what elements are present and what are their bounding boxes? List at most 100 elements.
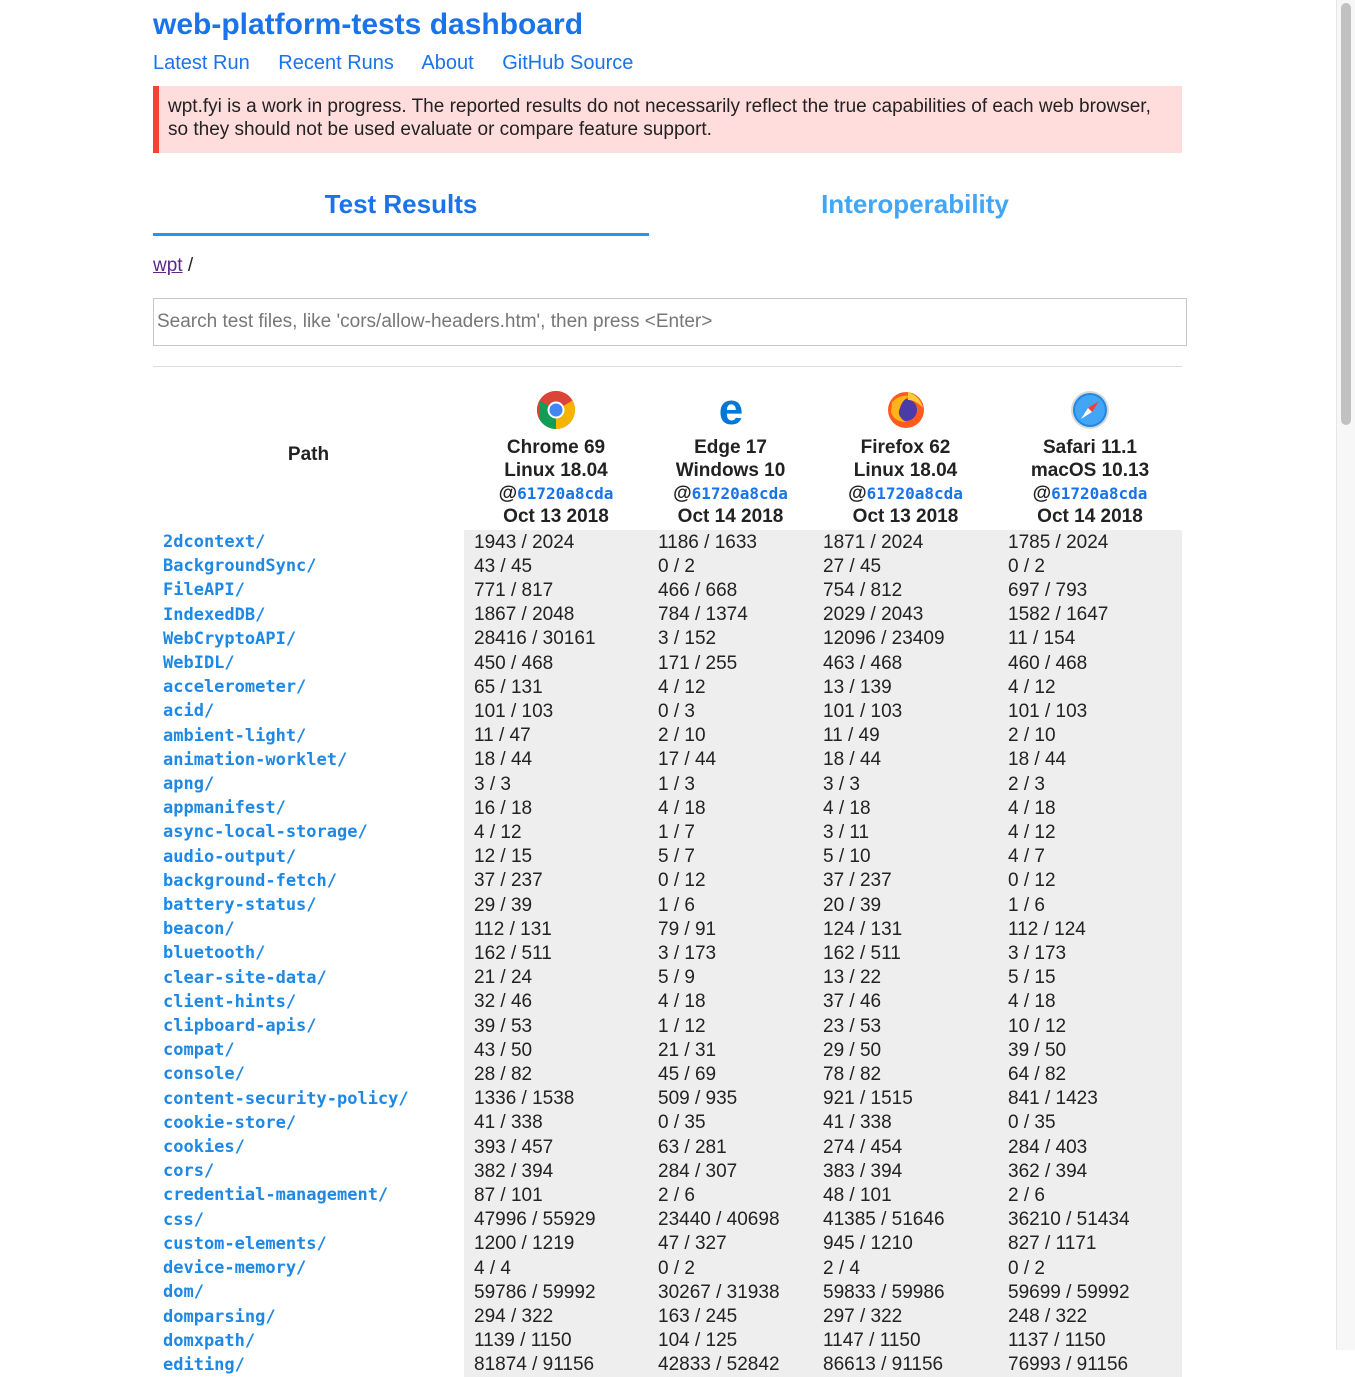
path-link[interactable]: acid/ [163,701,214,721]
table-row: console/28 / 82 45 / 69 78 / 82 64 / 82 [153,1062,1182,1087]
path-link[interactable]: cookies/ [163,1137,245,1157]
nav-latest-run-link[interactable]: Latest Run [153,52,250,74]
path-cell: cors/ [153,1159,464,1183]
at-sign: @ [673,483,692,504]
nav-recent-runs-link[interactable]: Recent Runs [278,52,394,74]
path-link[interactable]: WebIDL/ [163,653,235,673]
result-cell: 0 / 2 [648,1256,813,1281]
result-cell: 4 / 12 [464,820,648,845]
result-cell: 18 / 44 [998,747,1182,773]
result-cell: 18 / 44 [813,747,998,773]
result-cell: 3 / 3 [813,772,998,797]
run-sha-link[interactable]: 61720a8cda [692,484,788,503]
result-cell: 921 / 1515 [813,1086,998,1111]
result-cell: 12096 / 23409 [813,626,998,652]
path-link[interactable]: animation-worklet/ [163,750,347,770]
path-link[interactable]: content-security-policy/ [163,1089,409,1109]
result-cell: 17 / 44 [648,747,813,773]
path-link[interactable]: credential-management/ [163,1185,388,1205]
chrome-icon [536,390,576,430]
path-link[interactable]: domparsing/ [163,1307,276,1327]
result-cell: 0 / 12 [648,868,813,894]
path-cell: dom/ [153,1280,464,1304]
path-link[interactable]: async-local-storage/ [163,822,368,842]
path-cell: 2dcontext/ [153,530,464,554]
table-row: BackgroundSync/43 / 45 0 / 2 27 / 45 0 / 2 [153,554,1182,579]
result-cell: 0 / 12 [998,868,1182,894]
run-date: Oct 13 2018 [503,506,609,527]
path-link[interactable]: editing/ [163,1355,245,1375]
path-link[interactable]: beacon/ [163,919,235,939]
result-cell: 124 / 131 [813,917,998,942]
path-cell: clipboard-apis/ [153,1014,464,1038]
result-cell: 162 / 511 [464,941,648,966]
result-cell: 2029 / 2043 [813,602,998,627]
path-link[interactable]: cookie-store/ [163,1113,296,1133]
result-cell: 32 / 46 [464,989,648,1015]
breadcrumb-root-link[interactable]: wpt [153,255,183,276]
path-link[interactable]: console/ [163,1064,245,1084]
path-link[interactable]: ambient-light/ [163,726,306,746]
scrollbar-thumb[interactable] [1341,3,1351,425]
table-row: domparsing/294 / 322 163 / 245 297 / 322 24… [153,1304,1182,1329]
path-link[interactable]: clipboard-apis/ [163,1016,317,1036]
path-link[interactable]: domxpath/ [163,1331,255,1351]
path-link[interactable]: FileAPI/ [163,580,245,600]
path-link[interactable]: BackgroundSync/ [163,556,317,576]
path-link[interactable]: 2dcontext/ [163,532,265,552]
path-cell: content-security-policy/ [153,1087,464,1111]
path-link[interactable]: device-memory/ [163,1258,306,1278]
table-row: beacon/112 / 131 79 / 91 124 / 131 112 / 12… [153,917,1182,942]
result-cell: 41 / 338 [813,1110,998,1136]
result-cell: 39 / 53 [464,1014,648,1039]
path-link[interactable]: accelerometer/ [163,677,306,697]
path-link[interactable]: bluetooth/ [163,943,265,963]
path-cell: ambient-light/ [153,724,464,748]
results-table: Path Chrome 69 Linux 18.04 @61720a8cda O… [153,380,1182,1377]
table-row: cookies/393 / 457 63 / 281 274 / 454 284 / … [153,1135,1182,1160]
result-cell: 466 / 668 [648,578,813,603]
path-link[interactable]: compat/ [163,1040,235,1060]
run-sha-link[interactable]: 61720a8cda [517,484,613,503]
path-link[interactable]: battery-status/ [163,895,317,915]
nav-about-link[interactable]: About [421,52,473,74]
page-scrollbar[interactable] [1336,0,1355,1350]
result-cell: 3 / 173 [648,941,813,966]
result-cell: 47 / 327 [648,1231,813,1257]
result-cell: 0 / 35 [998,1110,1182,1136]
result-cell: 37 / 237 [464,868,648,894]
path-link[interactable]: WebCryptoAPI/ [163,629,296,649]
results-header-row: Path Chrome 69 Linux 18.04 @61720a8cda O… [153,380,1182,530]
path-link[interactable]: IndexedDB/ [163,605,265,625]
path-link[interactable]: client-hints/ [163,992,296,1012]
run-sha-link[interactable]: 61720a8cda [1051,484,1147,503]
result-cell: 41385 / 51646 [813,1207,998,1232]
result-cell: 162 / 511 [813,941,998,966]
tab-interoperability[interactable]: Interoperability [667,180,1163,236]
table-row: custom-elements/1200 / 1219 47 / 327 945 /… [153,1231,1182,1257]
path-link[interactable]: cors/ [163,1161,214,1181]
table-row: content-security-policy/1336 / 1538 509 /… [153,1086,1182,1111]
result-cell: 163 / 245 [648,1304,813,1329]
path-link[interactable]: background-fetch/ [163,871,337,891]
browser-os: macOS 10.13 [1030,460,1150,481]
path-link[interactable]: custom-elements/ [163,1234,327,1254]
result-cell: 13 / 22 [813,965,998,990]
result-cell: 4 / 12 [998,820,1182,845]
path-link[interactable]: css/ [163,1210,204,1230]
search-input[interactable] [153,298,1187,346]
result-cell: 101 / 103 [998,699,1182,724]
result-cell: 5 / 15 [998,965,1182,990]
path-link[interactable]: dom/ [163,1282,204,1302]
result-cell: 27 / 45 [813,554,998,579]
path-link[interactable]: appmanifest/ [163,798,286,818]
run-sha-link[interactable]: 61720a8cda [867,484,963,503]
path-link[interactable]: apng/ [163,774,214,794]
result-cell: 382 / 394 [464,1159,648,1184]
result-cell: 0 / 35 [648,1110,813,1136]
path-link[interactable]: audio-output/ [163,847,296,867]
tab-test-results[interactable]: Test Results [153,180,649,236]
nav-github-source-link[interactable]: GitHub Source [502,52,633,74]
path-link[interactable]: clear-site-data/ [163,968,327,988]
path-cell: credential-management/ [153,1183,464,1207]
